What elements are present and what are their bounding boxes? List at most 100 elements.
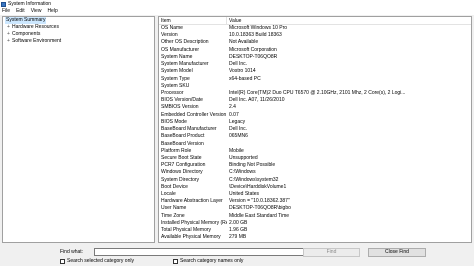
row-item-value: United States bbox=[229, 191, 260, 198]
table-row[interactable]: Hardware Abstraction Layer Version = "10.… bbox=[159, 198, 471, 205]
row-item-name: BaseBoard Manufacturer bbox=[161, 126, 217, 133]
row-item-value bbox=[227, 83, 471, 90]
row-item-name: Windows Directory bbox=[161, 169, 203, 176]
row-item-value: Intel(R) Core(TM)2 Duo CPU T6570 @ 2.10G… bbox=[229, 89, 406, 96]
row-item-name: System Manufacturer bbox=[161, 61, 209, 68]
pane-splitter[interactable] bbox=[155, 16, 157, 243]
column-header-item[interactable]: Item bbox=[159, 17, 227, 24]
menu-edit[interactable]: Edit bbox=[16, 8, 25, 15]
tree-item-software-environment[interactable]: + Software Environment bbox=[3, 38, 154, 45]
tree-item-label: Hardware Resources bbox=[12, 24, 59, 30]
search-selected-category-label: Search selected category only bbox=[67, 258, 134, 264]
table-row[interactable]: BaseBoard Version bbox=[159, 141, 471, 148]
expand-plus-icon[interactable]: + bbox=[6, 24, 11, 31]
table-row[interactable]: System Directory C:\Windows\system32 bbox=[159, 177, 471, 184]
menu-help[interactable]: Help bbox=[47, 8, 57, 15]
find-label: Find what: bbox=[60, 249, 84, 255]
row-item-name: Secure Boot State bbox=[161, 154, 202, 161]
row-item-name: Locale bbox=[161, 191, 176, 198]
expand-plus-icon[interactable]: + bbox=[6, 31, 11, 38]
expand-plus-icon[interactable]: + bbox=[6, 38, 11, 45]
table-row[interactable]: BaseBoard Product 065MN6 bbox=[159, 133, 471, 140]
table-row[interactable]: Boot Device \Device\HarddiskVolume1 bbox=[159, 184, 471, 191]
tree-item-label: Components bbox=[12, 31, 41, 37]
row-item-value: Middle East Standard Time bbox=[229, 212, 290, 219]
row-item-value: Microsoft Corporation bbox=[229, 46, 277, 53]
row-item-name: BIOS Mode bbox=[161, 118, 187, 125]
row-item-value: Dell Inc. bbox=[229, 126, 248, 133]
row-item-value: 2.4 bbox=[229, 104, 236, 111]
row-item-value: Version = "10.0.18362.387" bbox=[229, 198, 290, 205]
details-header: Item Value bbox=[159, 17, 471, 25]
table-row[interactable]: Other OS Description Not Available bbox=[159, 39, 471, 46]
row-item-name: Version bbox=[161, 32, 178, 39]
row-item-value: Vostro 1014 bbox=[229, 68, 256, 75]
system-info-app-icon bbox=[1, 1, 6, 7]
table-row[interactable]: SMBIOS Version 2.4 bbox=[159, 104, 471, 111]
row-item-value: Dell Inc. A07, 11/26/2010 bbox=[229, 97, 285, 104]
table-row[interactable]: Available Physical Memory 279 MB bbox=[159, 234, 471, 241]
search-selected-category-option[interactable]: Search selected category only bbox=[60, 258, 134, 265]
window-title: System Information bbox=[8, 1, 52, 7]
row-item-name: Processor bbox=[161, 89, 184, 96]
row-item-value: C:\Windows bbox=[229, 169, 256, 176]
row-item-name: Other OS Description bbox=[161, 39, 209, 46]
table-row[interactable]: Secure Boot State Unsupported bbox=[159, 155, 471, 162]
table-row[interactable]: BIOS Version/Date Dell Inc. A07, 11/26/20… bbox=[159, 97, 471, 104]
menu-file[interactable]: File bbox=[2, 8, 10, 15]
table-row[interactable]: Total Physical Memory 1.96 GB bbox=[159, 227, 471, 234]
category-tree[interactable]: System Summary + Hardware Resources + Co… bbox=[2, 16, 155, 243]
table-row[interactable]: Version 10.0.18363 Build 18363 bbox=[159, 32, 471, 39]
table-row[interactable]: System Type x64-based PC bbox=[159, 76, 471, 83]
table-row[interactable]: PCR7 Configuration Binding Not Possible bbox=[159, 162, 471, 169]
find-button[interactable]: Find bbox=[303, 248, 360, 257]
table-row[interactable]: Embedded Controller Version 0.07 bbox=[159, 112, 471, 119]
search-selected-category-checkbox[interactable] bbox=[60, 259, 65, 264]
row-item-name: PCR7 Configuration bbox=[161, 162, 206, 169]
row-item-value: Binding Not Possible bbox=[229, 162, 276, 169]
close-find-button[interactable]: Close Find bbox=[368, 248, 426, 257]
table-row[interactable]: System Name DESKTOP-T06QO8R bbox=[159, 54, 471, 61]
table-row[interactable]: Processor Intel(R) Core(TM)2 Duo CPU T657… bbox=[159, 90, 471, 97]
column-header-value[interactable]: Value bbox=[227, 17, 471, 24]
row-item-value: Dell Inc. bbox=[229, 61, 248, 68]
table-row[interactable]: BIOS Mode Legacy bbox=[159, 119, 471, 126]
row-item-name: OS Name bbox=[161, 25, 183, 31]
details-list[interactable]: Item Value OS Name Microsoft Windows 10 P… bbox=[158, 16, 472, 243]
table-row[interactable]: OS Name Microsoft Windows 10 Pro bbox=[159, 25, 471, 32]
find-input[interactable] bbox=[94, 248, 330, 256]
row-item-value: Not Available bbox=[229, 39, 259, 46]
row-item-value bbox=[227, 141, 471, 148]
tree-item-components[interactable]: + Components bbox=[3, 31, 154, 38]
table-row[interactable]: Installed Physical Memory (RAM)2.00 GB bbox=[159, 220, 471, 227]
table-row[interactable]: User Name DESKTOP-T06QO8R\bigbo bbox=[159, 205, 471, 212]
row-item-value: DESKTOP-T06QO8R bbox=[229, 53, 278, 60]
row-item-name: User Name bbox=[161, 205, 187, 212]
menu-view[interactable]: View bbox=[31, 8, 42, 15]
row-item-name: Time Zone bbox=[161, 212, 185, 219]
row-item-value: C:\Windows\system32 bbox=[229, 176, 279, 183]
row-item-value: 2.00 GB bbox=[229, 219, 248, 226]
tree-item-system-summary[interactable]: System Summary bbox=[3, 17, 154, 24]
row-item-name: BaseBoard Version bbox=[161, 140, 204, 147]
table-row[interactable]: Platform Role Mobile bbox=[159, 148, 471, 155]
row-item-value: Unsupported bbox=[229, 154, 258, 161]
search-category-names-option[interactable]: Search category names only bbox=[173, 258, 243, 265]
table-row[interactable]: System SKU bbox=[159, 83, 471, 90]
table-row[interactable]: Windows Directory C:\Windows bbox=[159, 169, 471, 176]
row-item-name: System Directory bbox=[161, 176, 200, 183]
tree-item-hardware-resources[interactable]: + Hardware Resources bbox=[3, 24, 154, 31]
table-row[interactable]: System Model Vostro 1014 bbox=[159, 68, 471, 75]
menu-bar: File Edit View Help bbox=[0, 8, 474, 15]
table-row[interactable]: OS Manufacturer Microsoft Corporation bbox=[159, 47, 471, 54]
table-row[interactable]: Locale United States bbox=[159, 191, 471, 198]
row-item-name: Available Physical Memory bbox=[161, 234, 221, 241]
search-category-names-checkbox[interactable] bbox=[173, 259, 178, 264]
table-row[interactable]: System Manufacturer Dell Inc. bbox=[159, 61, 471, 68]
table-row[interactable]: Time Zone Middle East Standard Time bbox=[159, 213, 471, 220]
row-item-name: BaseBoard Product bbox=[161, 133, 205, 140]
table-row[interactable]: BaseBoard Manufacturer Dell Inc. bbox=[159, 126, 471, 133]
row-item-value: Mobile bbox=[229, 147, 244, 154]
row-item-name: Installed Physical Memory (RAM) bbox=[161, 219, 227, 226]
row-item-value: 10.0.18363 Build 18363 bbox=[229, 32, 282, 39]
